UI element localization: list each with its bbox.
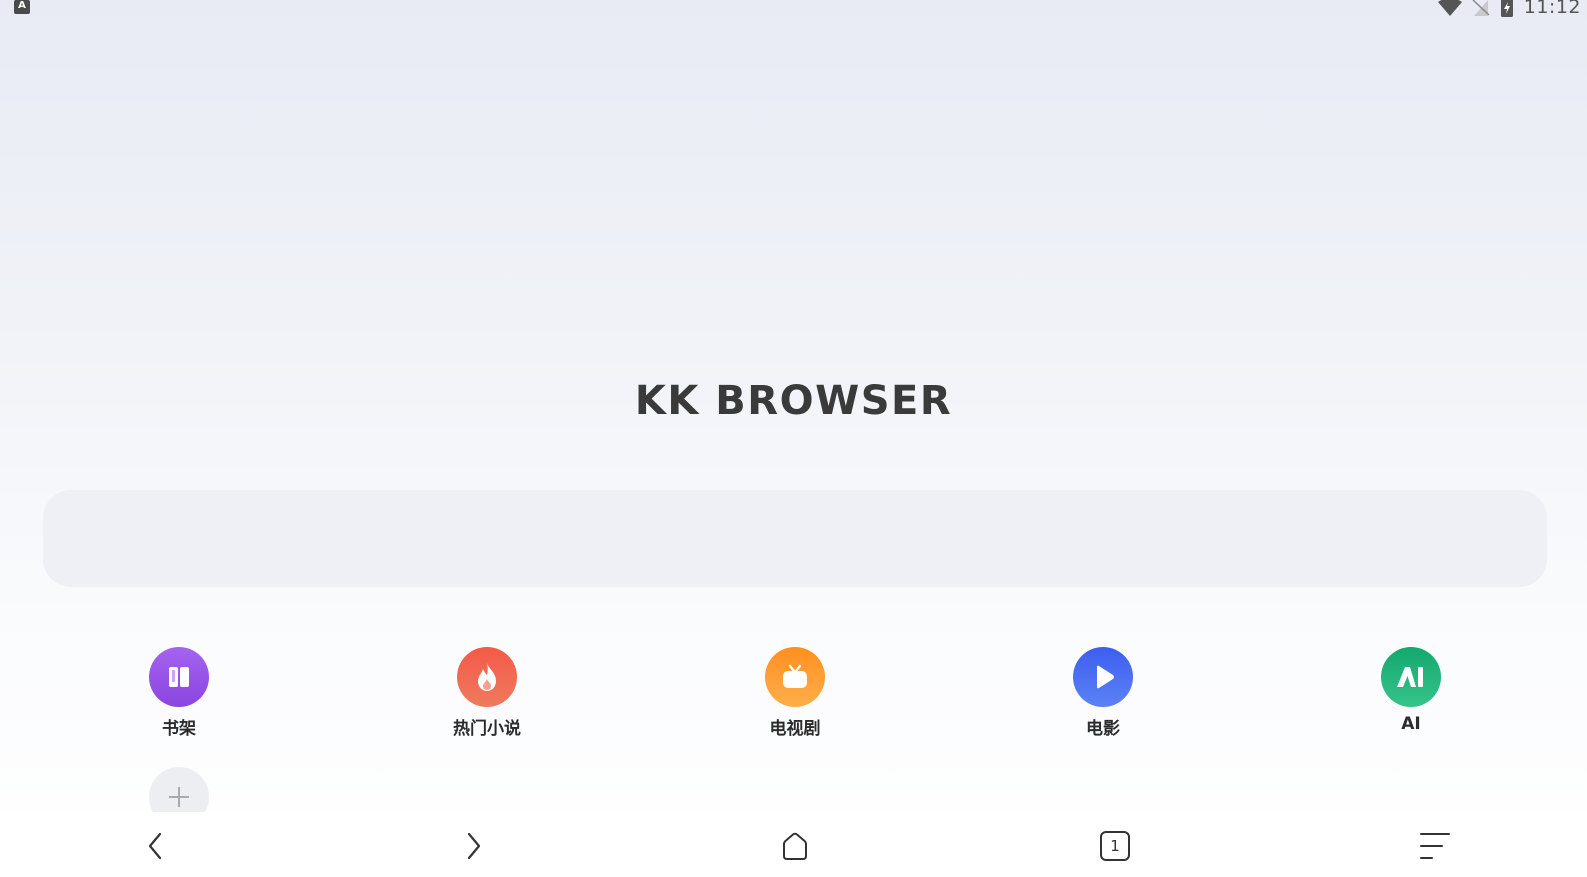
shortcut-tv-series[interactable]: 电视剧 <box>725 647 865 739</box>
status-bar: A 11:12 <box>0 0 1587 18</box>
shortcut-bookshelf[interactable]: 书架 <box>109 647 249 739</box>
forward-icon <box>467 832 481 860</box>
shortcut-hot-novels[interactable]: 热门小说 <box>417 647 557 739</box>
keyboard-a-icon: A <box>14 0 30 14</box>
shortcut-label: 书架 <box>162 719 196 739</box>
shortcut-movies[interactable]: 电影 <box>1033 647 1173 739</box>
tab-count: 1 <box>1110 837 1120 855</box>
tabs-button[interactable]: 1 <box>1095 826 1135 866</box>
add-shortcut-wrapper <box>140 760 220 812</box>
flame-icon <box>457 647 517 707</box>
no-signal-icon <box>1472 0 1490 16</box>
home-button[interactable] <box>775 826 815 866</box>
forward-button[interactable] <box>453 826 493 866</box>
battery-charging-icon <box>1500 0 1513 17</box>
tv-icon <box>765 647 825 707</box>
shortcut-label: 电影 <box>1086 719 1120 739</box>
status-icons: 11:12 <box>1437 0 1581 18</box>
status-time: 11:12 <box>1523 0 1581 18</box>
back-button[interactable] <box>136 826 176 866</box>
play-icon <box>1073 647 1133 707</box>
plus-icon <box>169 787 189 807</box>
bottom-toolbar: 1 <box>0 812 1587 877</box>
shortcut-label: 电视剧 <box>769 719 821 739</box>
shortcut-ai[interactable]: AI <box>1341 647 1481 734</box>
search-input[interactable] <box>43 490 1547 587</box>
menu-icon <box>1420 833 1450 859</box>
browser-logo: KK BROWSER <box>634 378 953 424</box>
wifi-icon <box>1437 0 1462 16</box>
ai-icon <box>1381 647 1441 707</box>
book-icon <box>149 647 209 707</box>
shortcut-label: AI <box>1401 714 1421 734</box>
shortcut-label: 热门小说 <box>453 719 521 739</box>
menu-button[interactable] <box>1415 826 1455 866</box>
back-icon <box>148 832 162 860</box>
add-shortcut-button[interactable] <box>149 767 209 812</box>
home-icon <box>783 832 807 860</box>
